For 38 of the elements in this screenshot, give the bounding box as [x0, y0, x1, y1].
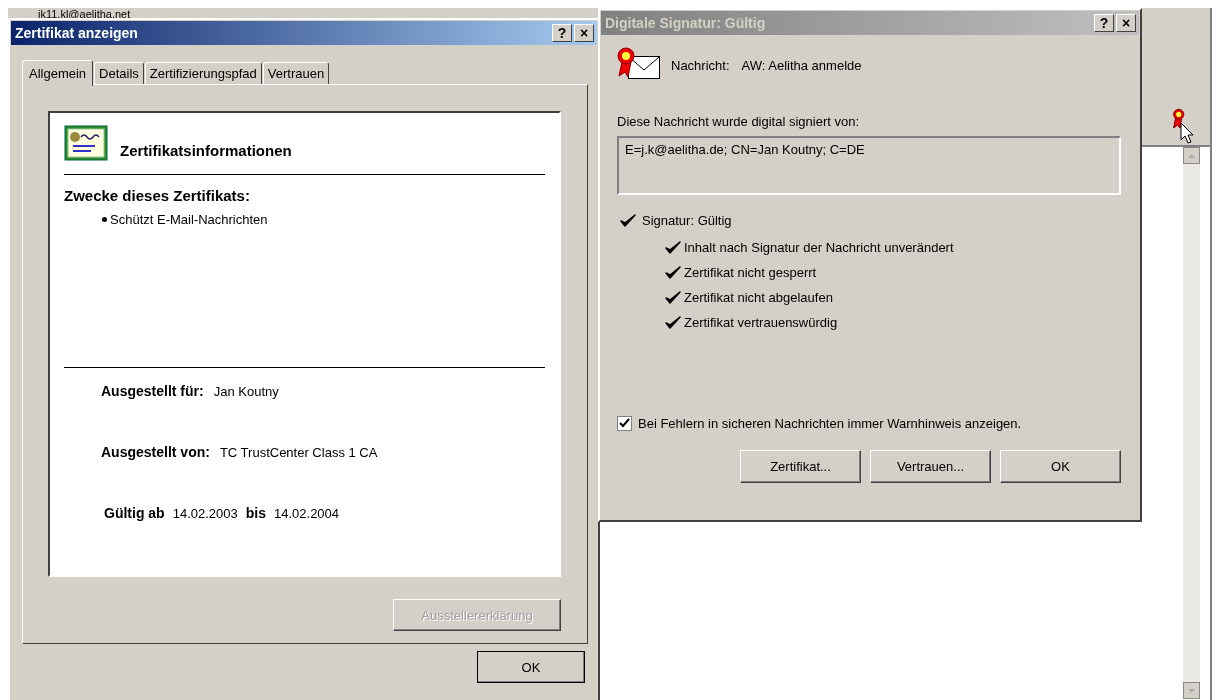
- check-text: Zertifikat vertrauenswürdig: [684, 315, 838, 330]
- check-text: Zertifikat nicht gesperrt: [684, 265, 817, 280]
- purpose-text: Schützt E-Mail-Nachrichten: [110, 212, 268, 227]
- close-button[interactable]: ×: [574, 24, 594, 42]
- window-title: Digitale Signatur: Gültig: [605, 15, 766, 31]
- tab[interactable]: Zertifizierungspfad: [144, 62, 262, 84]
- field-label: Nachricht:: [671, 57, 730, 73]
- dialog-button[interactable]: OK: [1000, 450, 1121, 483]
- field-value: 14.02.2004: [274, 506, 340, 521]
- field-label: Ausgestellt für:: [101, 383, 204, 399]
- tab[interactable]: Allgemein: [22, 60, 94, 86]
- tab[interactable]: Vertrauen: [262, 62, 330, 84]
- field-value: TC TrustCenter Class 1 CA: [219, 445, 378, 460]
- scrollbar[interactable]: [1183, 147, 1200, 699]
- dialog-button[interactable]: Vertrauen...: [870, 450, 991, 483]
- section-heading: Zertifikatsinformationen: [120, 141, 292, 159]
- status-text: Signatur: Gültig: [642, 213, 732, 228]
- check-text: Inhalt nach Signatur der Nachricht unverändert: [684, 240, 954, 255]
- field-label: Ausgestellt von:: [101, 444, 210, 460]
- dialog-button[interactable]: Zertifikat...: [740, 450, 861, 483]
- field-label: bis: [245, 505, 266, 521]
- certificate-icon: [64, 125, 108, 161]
- field-label: Diese Nachricht wurde digital signiert von:: [617, 114, 861, 129]
- bullet-icon: [102, 217, 107, 222]
- address-text: jk11.kl@aelitha.net: [38, 8, 131, 20]
- checkbox-label: Bei Fehlern in sicheren Nachrichten immer Warnhinweis anzeigen.: [638, 416, 1022, 431]
- field-label: Gültig ab: [104, 505, 165, 521]
- window-title: Zertifikat anzeigen: [15, 25, 138, 41]
- message-subject: AW: Aelitha anmelde: [741, 57, 862, 73]
- purposes-heading: Zwecke dieses Zertifikats:: [64, 187, 251, 204]
- checkbox[interactable]: [617, 416, 632, 431]
- field-value: 14.02.2003: [172, 506, 238, 521]
- dialog-button[interactable]: OK: [477, 651, 585, 683]
- tab[interactable]: Details: [94, 62, 144, 84]
- check-text: Zertifikat nicht abgelaufen: [684, 290, 833, 305]
- help-button[interactable]: ?: [552, 24, 572, 42]
- signer-field: E=j.k@aelitha.de; CN=Jan Koutny; C=DE: [617, 136, 1121, 195]
- field-value: Jan Koutny: [213, 384, 279, 399]
